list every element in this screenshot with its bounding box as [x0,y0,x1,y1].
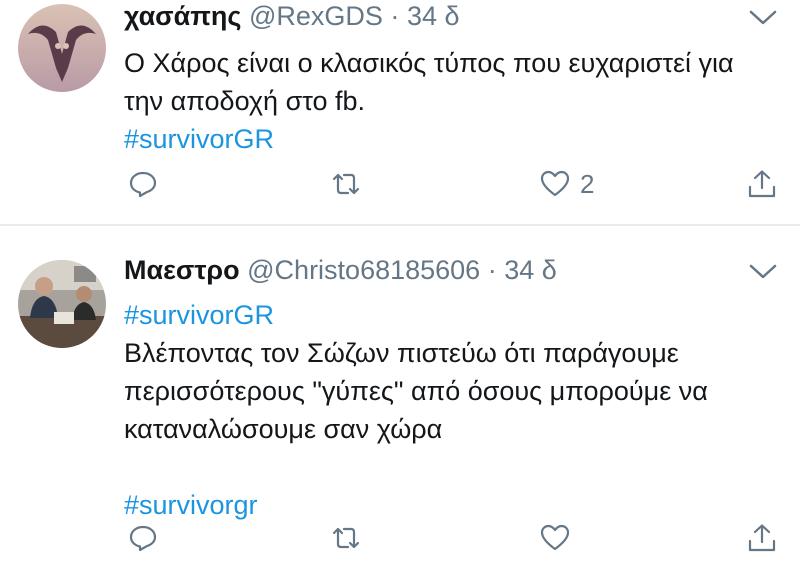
retweet-icon [332,173,360,195]
separator-dot: · [487,255,497,285]
tweet-1[interactable]: χασάπης @RexGDS · 34 δ Ο Χάρος είναι ο κ… [0,0,800,224]
tweet-text: #survivorGR Βλέποντας τον Σώζων πιστεύω … [124,296,770,524]
tweet-text-line: την αποδοχή στο fb. [124,86,366,116]
hashtag-link[interactable]: #survivorGR [124,296,770,334]
separator-dot: · [390,1,400,31]
author-handle[interactable]: @Christo68185606 [247,255,480,285]
tweet-text-line: Βλέποντας τον Σώζων πιστεύω ότι παράγουμ… [124,338,679,368]
tweet-text-line: Ο Χάρος είναι ο κλασικός τύπος που ευχαρ… [124,48,734,78]
like-button[interactable]: 2 [540,164,594,204]
hashtag-link[interactable]: #survivorGR [124,120,770,158]
author-name[interactable]: Μαεστρο [124,255,240,285]
reply-icon [129,171,157,198]
tweet-actions: 2 [0,164,800,204]
reply-button[interactable] [128,518,158,558]
like-count: 2 [580,168,595,199]
tweet-time[interactable]: 34 δ [407,1,460,31]
tweet-header: χασάπης @RexGDS · 34 δ [124,0,460,32]
avatar-christo68185606[interactable] [18,260,106,348]
tweet-actions [0,518,800,558]
like-button[interactable] [540,518,570,558]
tweet-header: Μαεστρο @Christo68185606 · 34 δ [124,254,557,286]
reply-icon [129,525,157,552]
heart-icon [540,524,570,551]
reply-button[interactable] [128,164,158,204]
tweet-text-line: περισσότερους "γύπες" από όσους μπορούμε… [124,376,708,406]
author-name[interactable]: χασάπης [124,1,241,31]
tweet-text: Ο Χάρος είναι ο κλασικός τύπος που ευχαρ… [124,44,770,158]
share-button[interactable] [747,164,777,204]
retweet-button[interactable] [331,164,361,204]
chevron-down-icon[interactable] [748,8,778,28]
tweet-text-line: καταναλώσουμε σαν χώρα [124,414,443,444]
retweet-icon [332,527,360,549]
retweet-button[interactable] [331,518,361,558]
chevron-down-icon[interactable] [748,262,778,282]
heart-icon [540,170,570,197]
share-button[interactable] [747,518,777,558]
share-icon [748,170,776,198]
tweet-2[interactable]: Μαεστρο @Christo68185606 · 34 δ #survivo… [0,226,800,577]
author-handle[interactable]: @RexGDS [249,1,383,31]
avatar-rexgds[interactable] [18,4,106,92]
tweet-time[interactable]: 34 δ [504,255,557,285]
share-icon [748,524,776,552]
